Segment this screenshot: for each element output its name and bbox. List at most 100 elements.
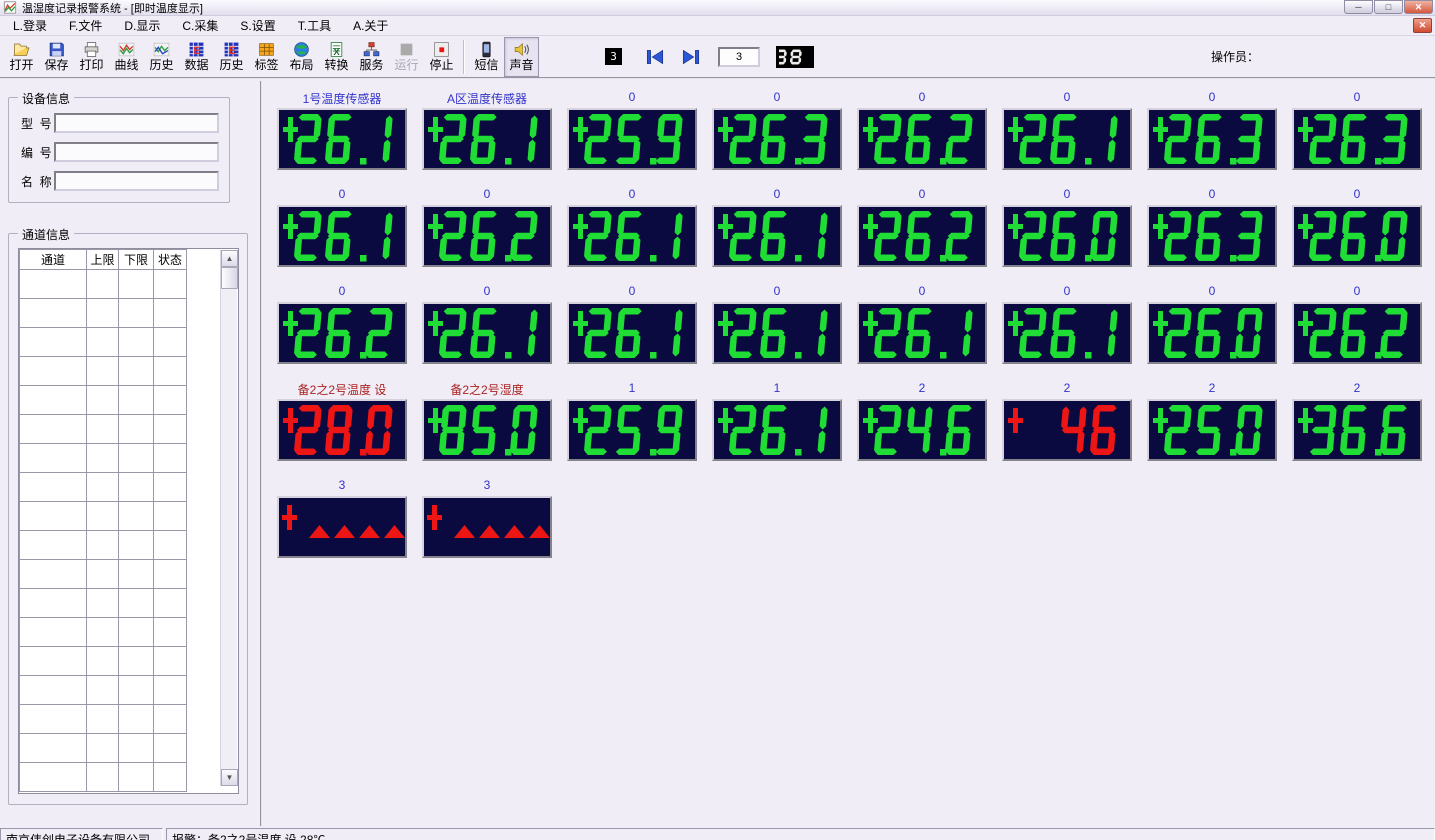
led-cell-label: 备2之2号湿度 bbox=[422, 381, 552, 396]
led-display-area: 1号温度传感器A区温度传感器0000000000000000000000备2之2… bbox=[262, 81, 1435, 826]
led-display bbox=[567, 205, 697, 267]
open-folder-icon bbox=[13, 41, 30, 58]
menu-item-2[interactable]: F.文件 bbox=[58, 15, 113, 36]
channel-table-row bbox=[20, 531, 187, 560]
device-field-label: 名 称 bbox=[21, 173, 54, 190]
toolbar-button-convert-sheet[interactable]: X转换 bbox=[319, 37, 354, 77]
menu-item-5[interactable]: S.设置 bbox=[229, 15, 286, 36]
led-display bbox=[277, 302, 407, 364]
channel-table-row bbox=[20, 734, 187, 763]
app-icon bbox=[3, 1, 17, 14]
led-display bbox=[857, 399, 987, 461]
toolbar-button-layout-globe[interactable]: 布局 bbox=[284, 37, 319, 77]
toolbar-button-data-table[interactable]: E数据 bbox=[179, 37, 214, 77]
menu-item-1[interactable]: L.登录 bbox=[2, 15, 58, 36]
device-field-row: 型 号 bbox=[21, 113, 219, 133]
device-field-input-2[interactable] bbox=[54, 142, 219, 162]
led-display bbox=[1002, 205, 1132, 267]
led-cell: A区温度传感器 bbox=[422, 90, 552, 170]
toolbar-button-label: 标签 bbox=[254, 59, 278, 72]
channel-table-row bbox=[20, 473, 187, 502]
toolbar-button-label: 打开 bbox=[9, 59, 33, 72]
led-cell-label: 备2之2号温度 设 bbox=[277, 381, 407, 396]
app-window: 温湿度记录报警系统 - [即时温度显示] ─ □ ✕ L.登录F.文件D.显示C… bbox=[0, 0, 1435, 79]
device-field-input-3[interactable] bbox=[54, 171, 219, 191]
toolbar-button-sound-speaker[interactable]: 声音 bbox=[504, 37, 539, 77]
led-cell: 0 bbox=[712, 187, 842, 267]
restore-button[interactable]: □ bbox=[1374, 0, 1403, 14]
led-cell: 备2之2号湿度 bbox=[422, 381, 552, 461]
channel-col-header: 下限 bbox=[119, 250, 154, 270]
toolbar-button-label: 布局 bbox=[289, 59, 313, 72]
channel-table-row bbox=[20, 763, 187, 792]
toolbar-separator bbox=[463, 40, 465, 74]
led-cell-label: 0 bbox=[277, 284, 407, 299]
led-display bbox=[1002, 302, 1132, 364]
svg-text:X: X bbox=[333, 47, 340, 58]
toolbar-button-history-table[interactable]: E历史 bbox=[214, 37, 249, 77]
status-bar: 南京伟创电子设备有限公司 报警：备2之2号温度 设 28℃ bbox=[0, 827, 1435, 840]
channel-table-scrollbar[interactable]: ▲ ▼ bbox=[220, 250, 237, 786]
led-cell-label: 0 bbox=[1147, 90, 1277, 105]
close-button[interactable]: ✕ bbox=[1404, 0, 1433, 14]
channel-table[interactable]: 通道上限下限状态 bbox=[19, 249, 187, 792]
save-floppy-icon bbox=[48, 41, 65, 58]
led-display bbox=[857, 108, 987, 170]
channel-col-header: 状态 bbox=[154, 250, 187, 270]
channel-table-row bbox=[20, 705, 187, 734]
toolbar-button-printer[interactable]: 打印 bbox=[74, 37, 109, 77]
led-display bbox=[1147, 108, 1277, 170]
curve-chart-icon bbox=[118, 41, 135, 58]
next-page-icon[interactable] bbox=[680, 48, 702, 66]
toolbar-button-label-table[interactable]: 标签 bbox=[249, 37, 284, 77]
led-cell-label: 1号温度传感器 bbox=[277, 90, 407, 105]
led-cell: 0 bbox=[1002, 187, 1132, 267]
channel-table-row bbox=[20, 502, 187, 531]
led-cell: 2 bbox=[1147, 381, 1277, 461]
toolbar-button-label: 停止 bbox=[429, 59, 453, 72]
led-display bbox=[422, 399, 552, 461]
toolbar-button-curve-chart[interactable]: 曲线 bbox=[109, 37, 144, 77]
toolbar-button-service-network[interactable]: 服务 bbox=[354, 37, 389, 77]
toolbar-button-open-folder[interactable]: 打开 bbox=[4, 37, 39, 77]
led-cell: 0 bbox=[857, 90, 987, 170]
menu-item-7[interactable]: A.关于 bbox=[342, 15, 399, 36]
toolbar-button-stop-button[interactable]: 停止 bbox=[424, 37, 459, 77]
device-field-input-1[interactable] bbox=[54, 113, 219, 133]
channel-table-row bbox=[20, 270, 187, 299]
channel-table-row bbox=[20, 676, 187, 705]
toolbar-button-label: 短信 bbox=[474, 59, 498, 72]
led-cell: 0 bbox=[277, 284, 407, 364]
led-display bbox=[1147, 302, 1277, 364]
toolbar-button-save-floppy[interactable]: 保存 bbox=[39, 37, 74, 77]
mdi-close-button[interactable]: ✕ bbox=[1413, 18, 1432, 33]
title-bar: 温湿度记录报警系统 - [即时温度显示] ─ □ ✕ bbox=[0, 0, 1435, 16]
scrollbar-thumb[interactable] bbox=[221, 267, 238, 289]
scroll-up-icon[interactable]: ▲ bbox=[221, 250, 238, 267]
led-cell-label: 3 bbox=[422, 478, 552, 493]
led-cell: 1 bbox=[712, 381, 842, 461]
menu-item-4[interactable]: C.采集 bbox=[171, 15, 229, 36]
led-cell: 2 bbox=[857, 381, 987, 461]
channel-table-row bbox=[20, 589, 187, 618]
minimize-button[interactable]: ─ bbox=[1344, 0, 1373, 14]
page-nav-cluster: 3 bbox=[605, 46, 814, 68]
led-display bbox=[1002, 399, 1132, 461]
led-cell-label: A区温度传感器 bbox=[422, 90, 552, 105]
led-display bbox=[857, 205, 987, 267]
menu-item-6[interactable]: T.工具 bbox=[287, 15, 342, 36]
led-cell-label: 0 bbox=[857, 187, 987, 202]
led-cell-label: 0 bbox=[1292, 90, 1422, 105]
toolbar-button-sms-phone[interactable]: 短信 bbox=[469, 37, 504, 77]
device-field-row: 名 称 bbox=[21, 171, 219, 191]
led-cell-label: 0 bbox=[712, 90, 842, 105]
led-display bbox=[712, 205, 842, 267]
toolbar-button-history-curve[interactable]: 历史 bbox=[144, 37, 179, 77]
sms-phone-icon bbox=[478, 41, 495, 58]
toolbar-button-label: 声音 bbox=[509, 59, 533, 72]
channel-table-row bbox=[20, 560, 187, 589]
menu-item-3[interactable]: D.显示 bbox=[113, 15, 171, 36]
prev-page-icon[interactable] bbox=[644, 48, 666, 66]
scroll-down-icon[interactable]: ▼ bbox=[221, 769, 238, 786]
page-input[interactable] bbox=[718, 47, 760, 67]
